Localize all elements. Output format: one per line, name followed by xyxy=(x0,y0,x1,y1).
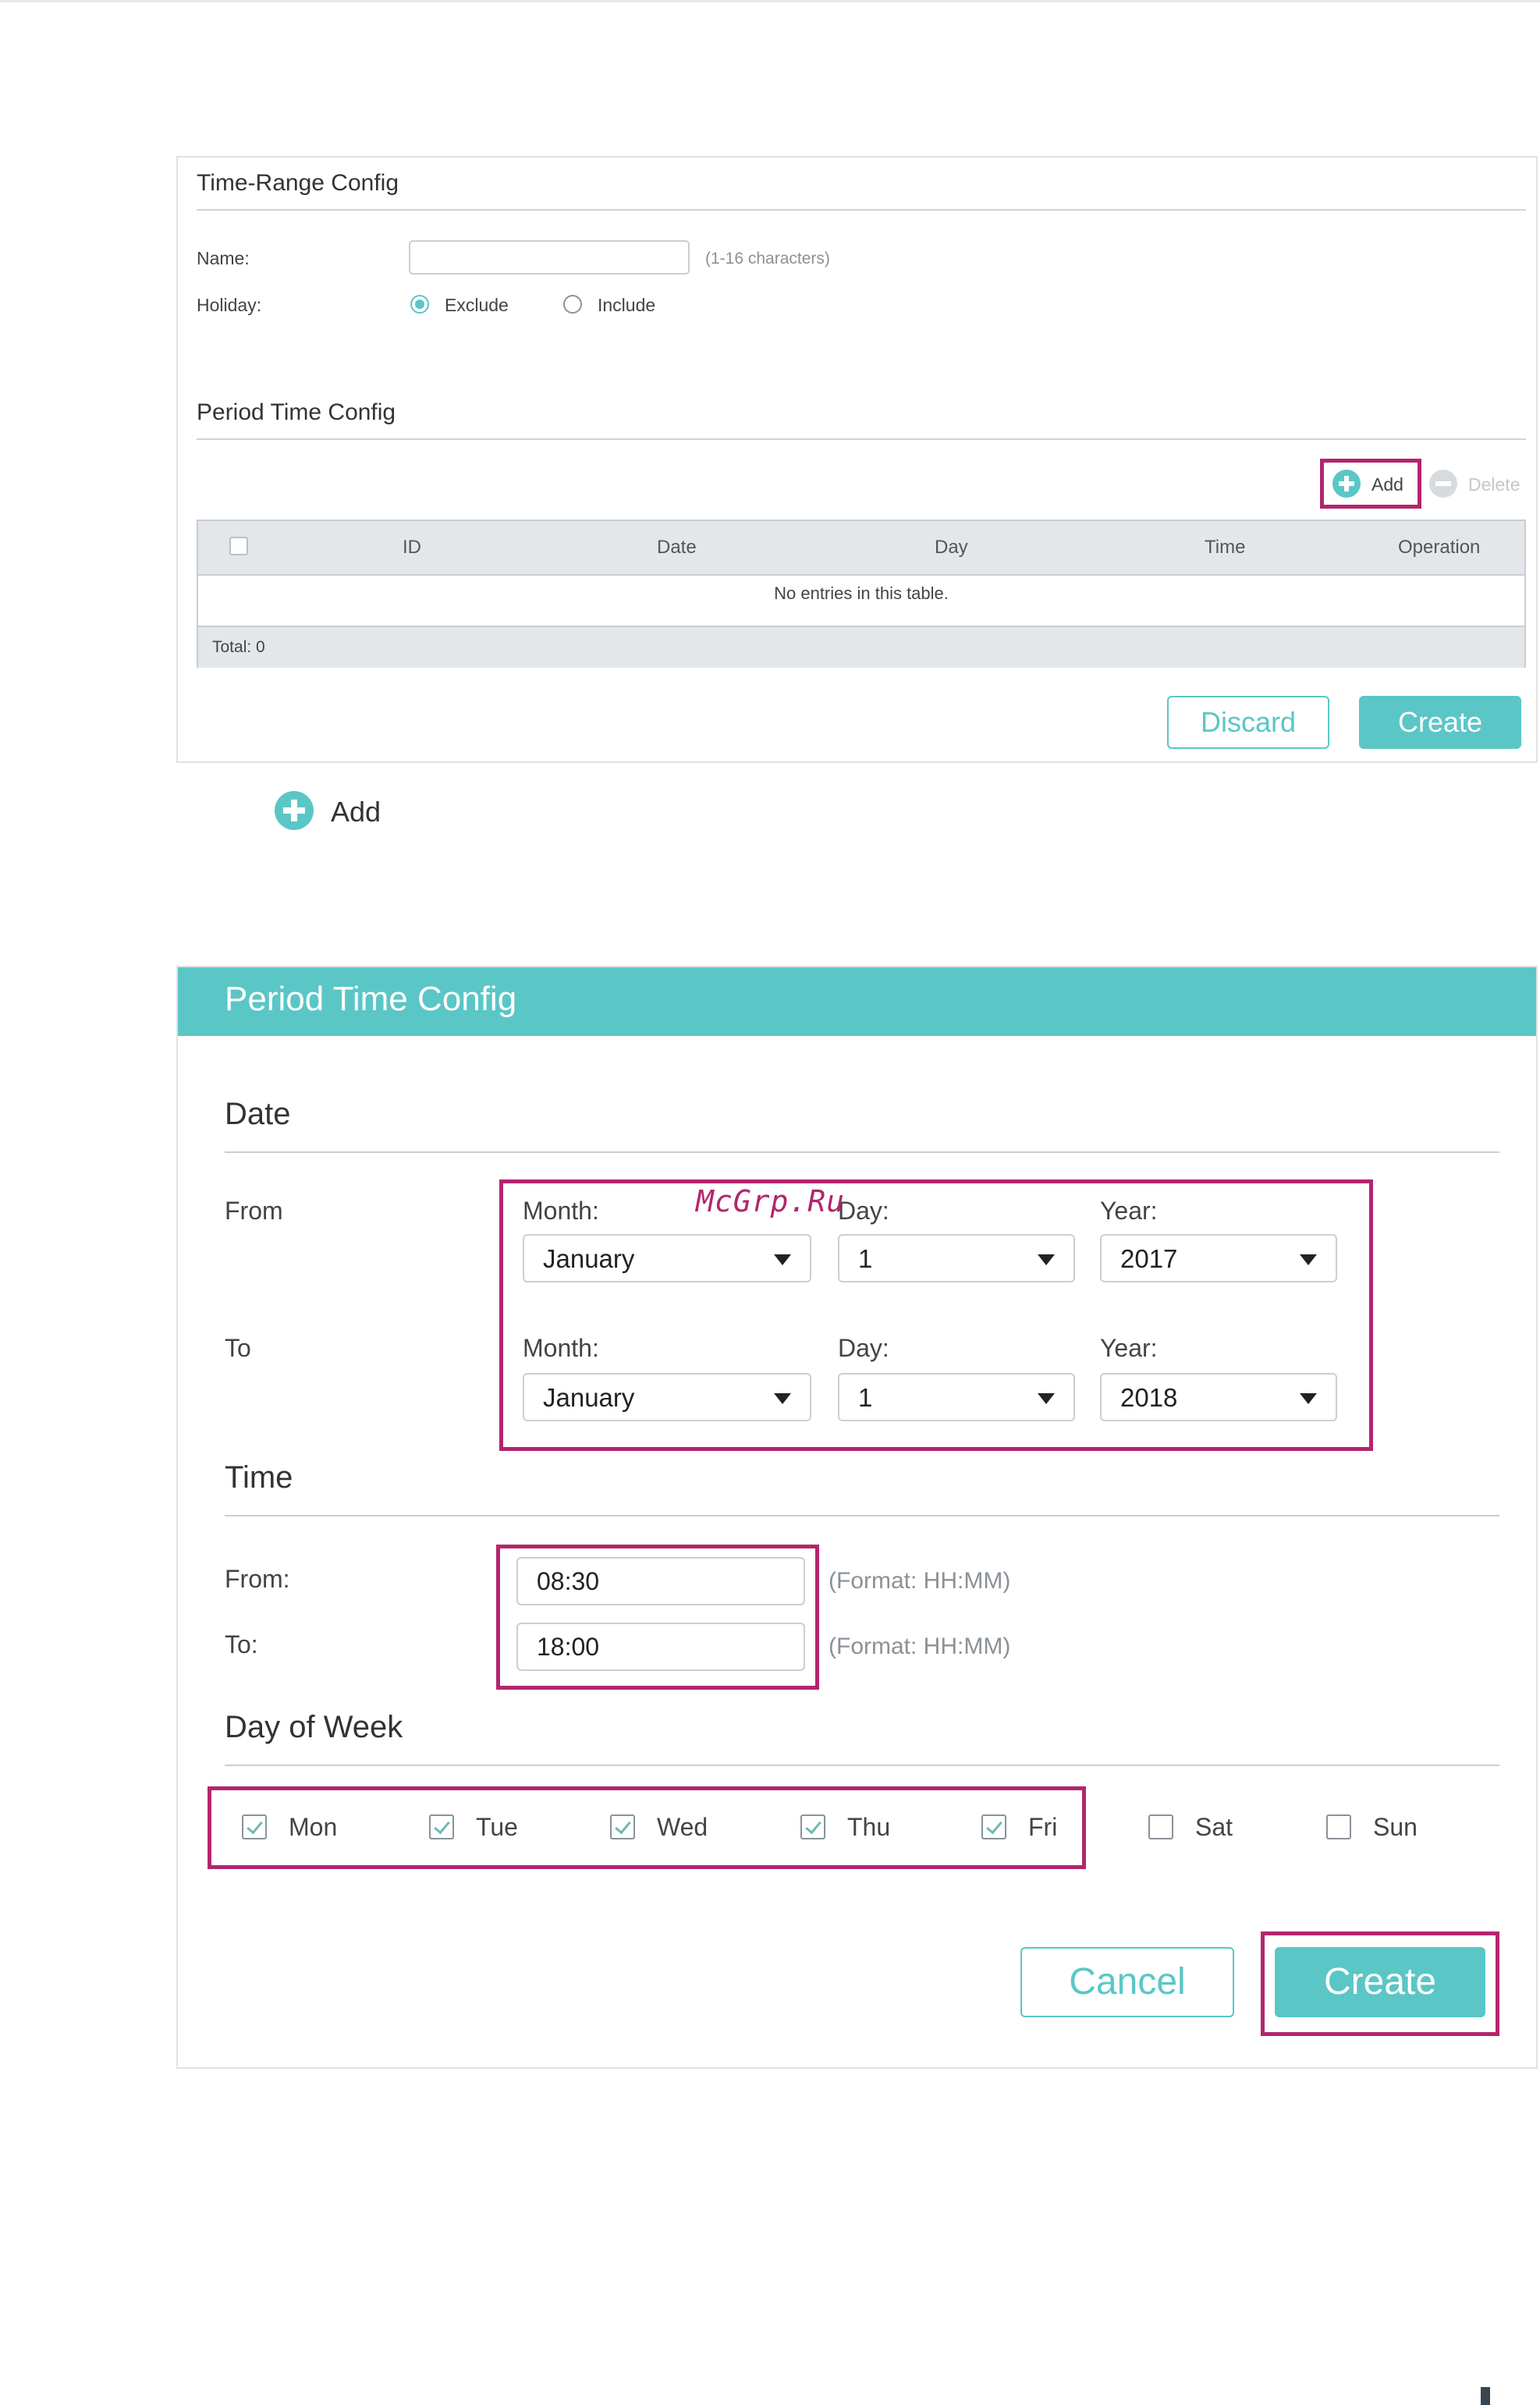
plus-circle-icon xyxy=(275,791,314,830)
add-entry-button[interactable]: Add xyxy=(1329,468,1415,499)
day-label-thu: Thu xyxy=(847,1813,891,1841)
to-year-label: Year: xyxy=(1100,1334,1158,1362)
from-day-select[interactable]: 1 xyxy=(838,1234,1075,1282)
delete-entry-button[interactable]: Delete xyxy=(1428,468,1537,499)
time-from-format-hint: (Format: HH:MM) xyxy=(829,1568,1011,1594)
delete-entry-label: Delete xyxy=(1468,474,1520,495)
discard-button[interactable]: Discard xyxy=(1167,696,1329,749)
chevron-down-icon xyxy=(1038,1393,1055,1404)
dialog-header: Period Time Config xyxy=(178,967,1536,1036)
watermark-text: McGrp.Ru xyxy=(696,1184,846,1218)
to-day-select[interactable]: 1 xyxy=(838,1373,1075,1421)
from-month-value: January xyxy=(543,1244,635,1273)
from-year-select[interactable]: 2017 xyxy=(1100,1234,1337,1282)
from-day-value: 1 xyxy=(858,1244,873,1273)
time-from-label: From: xyxy=(225,1565,290,1593)
time-range-config-panel: Time-Range Config Name: (1-16 characters… xyxy=(176,156,1538,763)
holiday-exclude-radio[interactable] xyxy=(410,295,429,314)
day-label-tue: Tue xyxy=(476,1813,518,1841)
day-checkbox-sun[interactable] xyxy=(1326,1814,1351,1839)
chevron-down-icon xyxy=(1300,1393,1317,1404)
date-from-label: From xyxy=(225,1197,283,1225)
day-label-fri: Fri xyxy=(1028,1813,1058,1841)
day-checkbox-tue[interactable] xyxy=(429,1814,454,1839)
name-hint: (1-16 characters) xyxy=(705,250,830,268)
day-checkbox-sat[interactable] xyxy=(1148,1814,1173,1839)
holiday-include-radio[interactable] xyxy=(563,295,582,314)
from-day-label: Day: xyxy=(838,1197,889,1225)
time-to-format-hint: (Format: HH:MM) xyxy=(829,1633,1011,1659)
day-checkbox-wed[interactable] xyxy=(610,1814,635,1839)
add-entry-label: Add xyxy=(1371,474,1403,495)
from-year-value: 2017 xyxy=(1120,1244,1178,1273)
from-month-label: Month: xyxy=(523,1197,599,1225)
cancel-button[interactable]: Cancel xyxy=(1020,1947,1234,2017)
time-from-input[interactable]: 08:30 xyxy=(516,1557,805,1605)
date-to-label: To xyxy=(225,1334,251,1362)
chevron-down-icon xyxy=(774,1393,791,1404)
title-divider xyxy=(197,209,1526,211)
time-to-label: To: xyxy=(225,1630,258,1658)
chevron-down-icon xyxy=(1300,1254,1317,1265)
date-section-title: Date xyxy=(225,1097,291,1131)
from-year-label: Year: xyxy=(1100,1197,1158,1225)
time-divider xyxy=(225,1515,1499,1516)
time-to-value: 18:00 xyxy=(537,1633,600,1661)
create-button[interactable]: Create xyxy=(1359,696,1521,749)
name-input[interactable] xyxy=(409,240,690,275)
minus-circle-icon xyxy=(1429,470,1457,498)
day-checkbox-mon[interactable] xyxy=(242,1814,267,1839)
from-month-select[interactable]: January xyxy=(523,1234,811,1282)
period-time-config-panel: Period Time Config Date From To Month: D… xyxy=(176,966,1538,2069)
to-month-select[interactable]: January xyxy=(523,1373,811,1421)
plus-circle-icon xyxy=(1332,470,1361,498)
column-date: Date xyxy=(657,537,697,558)
day-of-week-divider xyxy=(225,1765,1499,1766)
chevron-down-icon xyxy=(1038,1254,1055,1265)
dialog-title: Period Time Config xyxy=(225,980,517,1018)
add-caption: Add xyxy=(331,796,381,828)
date-divider xyxy=(225,1151,1499,1153)
to-month-label: Month: xyxy=(523,1334,599,1362)
period-table: ID Date Day Time Operation No entries in… xyxy=(197,520,1526,668)
to-day-label: Day: xyxy=(838,1334,889,1362)
panel-title: Time-Range Config xyxy=(197,170,399,196)
table-total: Total: 0 xyxy=(212,638,265,656)
dialog-create-button[interactable]: Create xyxy=(1275,1947,1485,2017)
time-from-value: 08:30 xyxy=(537,1567,600,1595)
day-checkbox-fri[interactable] xyxy=(981,1814,1006,1839)
name-label: Name: xyxy=(197,248,250,268)
column-day: Day xyxy=(935,537,968,558)
holiday-include-label: Include xyxy=(598,295,656,315)
period-section-title: Period Time Config xyxy=(197,399,396,425)
table-footer: Total: 0 xyxy=(198,626,1524,668)
to-day-value: 1 xyxy=(858,1383,873,1412)
column-id: ID xyxy=(403,537,421,558)
weekday-highlight-box xyxy=(208,1786,1086,1869)
time-to-input[interactable]: 18:00 xyxy=(516,1623,805,1671)
table-header: ID Date Day Time Operation xyxy=(198,521,1524,576)
to-year-value: 2018 xyxy=(1120,1383,1178,1412)
time-section-title: Time xyxy=(225,1460,293,1495)
top-divider xyxy=(0,0,1540,2)
chevron-down-icon xyxy=(774,1254,791,1265)
empty-table-message: No entries in this table. xyxy=(774,584,949,603)
holiday-exclude-label: Exclude xyxy=(445,295,509,315)
day-label-sat: Sat xyxy=(1195,1813,1233,1841)
day-label-sun: Sun xyxy=(1373,1813,1418,1841)
column-operation: Operation xyxy=(1398,537,1481,558)
page-corner-mark xyxy=(1481,2387,1490,2405)
day-label-wed: Wed xyxy=(657,1813,708,1841)
day-label-mon: Mon xyxy=(289,1813,338,1841)
to-month-value: January xyxy=(543,1383,635,1412)
select-all-checkbox[interactable] xyxy=(229,537,248,555)
column-time: Time xyxy=(1205,537,1246,558)
period-divider xyxy=(197,438,1526,440)
holiday-label: Holiday: xyxy=(197,295,262,315)
day-of-week-title: Day of Week xyxy=(225,1710,403,1744)
to-year-select[interactable]: 2018 xyxy=(1100,1373,1337,1421)
day-checkbox-thu[interactable] xyxy=(800,1814,825,1839)
